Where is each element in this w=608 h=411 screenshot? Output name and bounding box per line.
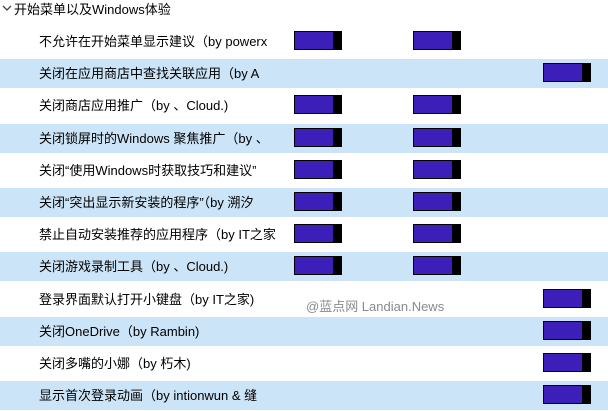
setting-label: 登录界面默认打开小键盘（by IT之家) [39,292,255,307]
toggle-switch-col3[interactable] [543,353,591,372]
toggle-knob [452,256,461,275]
setting-label: 关闭多嘴的小娜（by 朽木) [39,356,191,371]
setting-row: 关闭在应用商店中查找关联应用（by A [0,59,608,88]
setting-row: 关闭锁屏时的Windows 聚焦推广（by 、 [0,124,608,153]
toggle-knob [452,224,461,243]
toggle-knob [582,353,591,372]
toggle-switch-col2[interactable] [413,256,461,275]
toggle-knob [582,289,591,308]
setting-label: 关闭OneDrive（by Rambin) [39,324,200,339]
setting-label: 关闭商店应用推广（by 、Cloud.) [39,98,229,113]
toggle-switch-col2[interactable] [413,95,461,114]
toggle-knob [333,95,342,114]
toggle-knob [452,95,461,114]
toggle-knob [452,160,461,179]
toggle-switch-col1[interactable] [294,31,342,50]
toggle-switch-col3[interactable] [543,321,591,340]
setting-row: 显示首次登录动画（by intionwun & 缝 [0,381,608,410]
toggle-knob [582,385,591,404]
setting-row: 关闭游戏录制工具（by 、Cloud.) [0,252,608,281]
toggle-knob [333,224,342,243]
toggle-switch-col2[interactable] [413,128,461,147]
setting-row: 禁止自动安装推荐的应用程序（by IT之家 [0,220,608,249]
toggle-knob [333,31,342,50]
toggle-switch-col2[interactable] [413,31,461,50]
section-header[interactable]: 开始菜单以及Windows体验 [0,0,608,22]
chevron-down-icon[interactable] [2,3,12,13]
setting-row: 关闭商店应用推广（by 、Cloud.) [0,91,608,120]
setting-label: 关闭“使用Windows时获取技巧和建议” [39,163,257,178]
toggle-knob [452,192,461,211]
section-title: 开始菜单以及Windows体验 [14,2,171,17]
toggle-switch-col1[interactable] [294,256,342,275]
setting-row: 关闭“使用Windows时获取技巧和建议” [0,156,608,185]
setting-label: 关闭“突出显示新安装的程序”（by 溯汐 [39,195,254,210]
toggle-switch-col1[interactable] [294,128,342,147]
toggle-knob [452,128,461,147]
toggle-switch-col3[interactable] [543,289,591,308]
setting-row: 不允许在开始菜单显示建议（by powerx [0,27,608,56]
setting-row: 关闭OneDrive（by Rambin) [0,317,608,346]
setting-row: 关闭“突出显示新安装的程序”（by 溯汐 [0,188,608,217]
toggle-switch-col3[interactable] [543,385,591,404]
toggle-knob [333,128,342,147]
toggle-switch-col1[interactable] [294,160,342,179]
setting-label: 关闭游戏录制工具（by 、Cloud.) [39,259,229,274]
toggle-switch-col2[interactable] [413,192,461,211]
toggle-knob [582,63,591,82]
setting-label: 关闭锁屏时的Windows 聚焦推广（by 、 [39,131,269,146]
toggle-knob [333,192,342,211]
toggle-switch-col2[interactable] [413,224,461,243]
toggle-switch-col3[interactable] [543,63,591,82]
setting-row: 关闭多嘴的小娜（by 朽木) [0,349,608,378]
toggle-knob [333,160,342,179]
toggle-knob [333,256,342,275]
setting-label: 不允许在开始菜单显示建议（by powerx [39,34,268,49]
setting-row: 登录界面默认打开小键盘（by IT之家) [0,285,608,314]
setting-label: 关闭在应用商店中查找关联应用（by A [39,66,260,81]
toggle-switch-col1[interactable] [294,95,342,114]
toggle-switch-col1[interactable] [294,192,342,211]
toggle-switch-col2[interactable] [413,160,461,179]
toggle-switch-col1[interactable] [294,224,342,243]
toggle-knob [452,31,461,50]
watermark: @蓝点网 Landian.News [306,299,445,314]
toggle-knob [582,321,591,340]
setting-label: 显示首次登录动画（by intionwun & 缝 [39,388,258,403]
setting-label: 禁止自动安装推荐的应用程序（by IT之家 [39,227,276,242]
